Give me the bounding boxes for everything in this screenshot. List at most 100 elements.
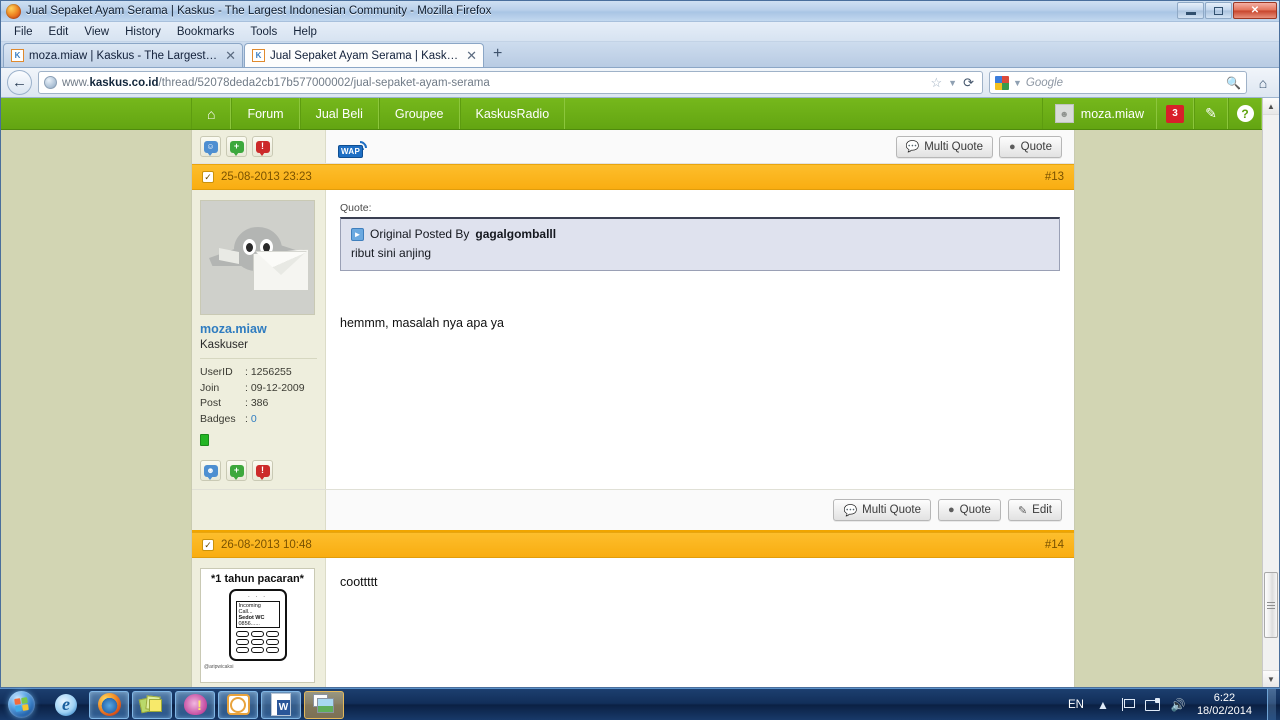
notifications-button[interactable]: 3 <box>1157 98 1194 129</box>
quote-text: ribut sini anjing <box>351 246 432 260</box>
thread-content: ☺ + ! WAP 💬 Multi Quote ● Quote ✓ 25-08-… <box>191 130 1075 687</box>
profile-bubble-icon[interactable]: ☺ <box>200 136 221 157</box>
ghost-envelope-avatar <box>200 200 315 315</box>
navigation-toolbar: ← www.kaskus.co.id/thread/52078deda2cb17… <box>1 68 1279 98</box>
restore-button[interactable] <box>1205 2 1232 19</box>
post-checkbox-icon[interactable]: ✓ <box>202 539 214 551</box>
taskbar-photo-viewer[interactable] <box>304 690 344 719</box>
volume-icon[interactable]: 🔊 <box>1170 698 1186 712</box>
compose-button[interactable]: ✎ <box>1194 98 1228 129</box>
menu-bar: File Edit View History Bookmarks Tools H… <box>1 22 1279 42</box>
globe-icon <box>44 76 57 89</box>
browser-tab-1[interactable]: K moza.miaw | Kaskus - The Largest Ind..… <box>3 43 243 67</box>
show-desktop-button[interactable] <box>1267 688 1276 720</box>
user-menu[interactable]: ☻ moza.miaw <box>1041 98 1157 129</box>
menu-help[interactable]: Help <box>286 24 324 40</box>
new-tab-button[interactable]: + <box>485 43 510 67</box>
menu-tools[interactable]: Tools <box>243 24 284 40</box>
wap-icon: WAP <box>338 137 370 160</box>
taskbar-sticky-notes[interactable] <box>132 690 172 719</box>
quote-button[interactable]: ● Quote <box>999 135 1062 158</box>
phone-screen: Incoming Call... Sedot WC 0856...... <box>235 601 280 628</box>
post-content-14: coottttt <box>326 558 1074 687</box>
post-footer-buttons-13: 💬 Multi Quote ● Quote ✎ Edit <box>326 490 1074 530</box>
report-bubble-icon[interactable]: ! <box>252 460 273 481</box>
clock-date: 18/02/2014 <box>1196 704 1252 717</box>
multi-quote-button[interactable]: 💬 Multi Quote <box>895 135 994 158</box>
post-username-13[interactable]: moza.miaw <box>200 322 317 336</box>
scroll-down-arrow-icon[interactable]: ▼ <box>1263 670 1279 687</box>
add-bubble-icon[interactable]: + <box>226 136 247 157</box>
nav-jual-beli[interactable]: Jual Beli <box>299 98 379 129</box>
nav-kaskusradio[interactable]: KaskusRadio <box>459 98 566 129</box>
add-bubble-icon[interactable]: + <box>226 460 247 481</box>
scroll-up-arrow-icon[interactable]: ▲ <box>1263 98 1279 115</box>
scrollbar-thumb[interactable] <box>1264 572 1278 638</box>
menu-bookmarks[interactable]: Bookmarks <box>170 24 242 40</box>
post-header-13: ✓ 25-08-2013 23:23 #13 <box>192 164 1074 190</box>
nav-home[interactable]: ⌂ <box>191 98 232 129</box>
kaskus-favicon-icon: K <box>252 49 265 62</box>
post-user-buttons-13: ☻ + ! <box>200 460 317 481</box>
multi-quote-icon: 💬 <box>905 141 920 153</box>
avatar-credit: @aripwicaksi <box>204 664 234 670</box>
stat-post: Post: 386 <box>200 397 269 409</box>
post-checkbox-icon[interactable]: ✓ <box>202 171 214 183</box>
reload-icon[interactable]: ⟳ <box>963 75 974 91</box>
stat-userid: UserID: 1256255 <box>200 366 292 378</box>
post-body-14: *1 tahun pacaran* · · · Incoming Call...… <box>192 558 1074 687</box>
search-input[interactable]: Google <box>1026 77 1063 89</box>
menu-history[interactable]: History <box>118 24 168 40</box>
profile-bubble-icon[interactable]: ☻ <box>200 460 221 481</box>
post-number-14[interactable]: #14 <box>1045 539 1064 551</box>
minimize-button[interactable] <box>1177 2 1204 19</box>
report-bubble-icon[interactable]: ! <box>252 136 273 157</box>
close-button[interactable]: ✕ <box>1233 2 1277 19</box>
tab-1-close-icon[interactable]: ✕ <box>223 48 236 64</box>
browser-tab-2[interactable]: K Jual Sepaket Ayam Serama | Kaskus - ..… <box>244 43 484 67</box>
firefox-icon <box>97 693 121 716</box>
taskbar-outlook[interactable] <box>218 690 258 719</box>
network-icon[interactable] <box>1145 698 1161 711</box>
action-center-flag-icon[interactable] <box>1120 698 1136 711</box>
help-icon: ? <box>1236 105 1254 122</box>
menu-edit[interactable]: Edit <box>42 24 76 40</box>
post-toolbar: ☺ + ! WAP 💬 Multi Quote ● Quote <box>192 130 1074 164</box>
quote-button[interactable]: ● Quote <box>937 499 1001 521</box>
menu-view[interactable]: View <box>77 24 116 40</box>
home-button[interactable]: ⌂ <box>1253 75 1273 91</box>
taskbar-internet-explorer[interactable] <box>46 691 86 719</box>
username-label: moza.miaw <box>1080 106 1144 121</box>
nav-groupee[interactable]: Groupee <box>378 98 460 129</box>
help-button[interactable]: ? <box>1228 98 1262 129</box>
taskbar-yahoo-messenger[interactable] <box>175 690 215 719</box>
tab-2-close-icon[interactable]: ✕ <box>464 48 477 64</box>
clock[interactable]: 6:22 18/02/2014 <box>1195 692 1258 718</box>
taskbar-items <box>46 690 344 719</box>
nav-forum[interactable]: Forum <box>231 98 300 129</box>
multi-quote-button[interactable]: 💬 Multi Quote <box>833 499 931 521</box>
chevron-down-icon[interactable]: ▼ <box>948 78 957 88</box>
clock-time: 6:22 <box>1213 691 1236 704</box>
taskbar-word[interactable] <box>261 690 301 719</box>
start-button[interactable] <box>2 690 40 720</box>
taskbar-firefox[interactable] <box>89 690 129 719</box>
edit-button[interactable]: ✎ Edit <box>1007 499 1062 521</box>
tab-2-label: Jual Sepaket Ayam Serama | Kaskus - ... <box>270 49 460 62</box>
post-number-13[interactable]: #13 <box>1045 171 1064 183</box>
windows-logo-icon <box>7 691 35 718</box>
back-button[interactable]: ← <box>7 70 32 95</box>
show-hidden-icons-icon[interactable]: ▲ <box>1095 698 1111 712</box>
search-bar[interactable]: ▼ Google 🔍 <box>989 71 1247 94</box>
language-indicator[interactable]: EN <box>1068 699 1086 711</box>
bookmark-star-icon[interactable]: ☆ <box>931 75 943 91</box>
search-icon[interactable]: 🔍 <box>1226 76 1241 90</box>
window-title: Jual Sepaket Ayam Serama | Kaskus - The … <box>26 5 492 17</box>
page-scrollbar[interactable]: ▲ ▼ <box>1262 98 1279 687</box>
post-user-stats-13: UserID: 1256255 Join: 09-12-2009 Post: 3… <box>200 365 317 427</box>
search-engine-chevron-icon[interactable]: ▼ <box>1013 78 1022 88</box>
quote-attrib-author[interactable]: gagalgomballl <box>475 227 556 241</box>
address-bar[interactable]: www.kaskus.co.id/thread/52078deda2cb17b5… <box>38 71 983 94</box>
quote-jump-icon[interactable]: ► <box>351 227 364 241</box>
menu-file[interactable]: File <box>7 24 40 40</box>
